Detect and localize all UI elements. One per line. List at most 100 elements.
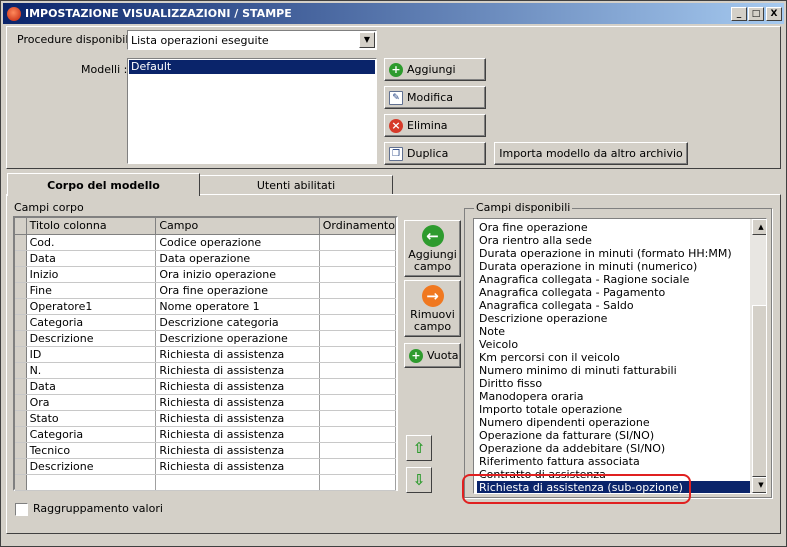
- table-cell[interactable]: Data: [26, 250, 157, 267]
- list-item[interactable]: Veicolo: [477, 338, 750, 351]
- chevron-down-icon[interactable]: ▼: [359, 32, 375, 48]
- table-row[interactable]: ID Richiesta di assistenza: [15, 346, 397, 363]
- duplica-button[interactable]: ❐ Duplica: [384, 142, 486, 165]
- table-cell[interactable]: Descrizione: [26, 458, 157, 475]
- table-cell[interactable]: Richiesta di assistenza: [155, 458, 320, 475]
- list-item[interactable]: Diritto fisso: [477, 377, 750, 390]
- list-item[interactable]: Durata operazione in minuti (numerico): [477, 260, 750, 273]
- list-item[interactable]: Ora rientro alla sede: [477, 234, 750, 247]
- table-cell[interactable]: [319, 298, 397, 315]
- table-row[interactable]: Data Richiesta di assistenza: [15, 378, 397, 395]
- table-cell[interactable]: Nome operatore 1: [155, 298, 320, 315]
- table-cell[interactable]: Categoria: [26, 314, 157, 331]
- table-row[interactable]: Stato Richiesta di assistenza: [15, 410, 397, 427]
- table-cell[interactable]: [319, 458, 397, 475]
- list-item[interactable]: Manodopera oraria: [477, 390, 750, 403]
- row-indicator[interactable]: [15, 410, 27, 427]
- table-cell[interactable]: [319, 314, 397, 331]
- close-button[interactable]: X: [766, 7, 782, 21]
- table-cell[interactable]: [319, 410, 397, 427]
- table-cell[interactable]: Inizio: [26, 266, 157, 283]
- procedure-select[interactable]: Lista operazioni eseguite ▼: [127, 30, 377, 50]
- move-down-button[interactable]: ⇩: [406, 467, 432, 493]
- list-item[interactable]: Ora fine operazione: [477, 221, 750, 234]
- maximize-button[interactable]: □: [748, 7, 764, 21]
- row-indicator[interactable]: [15, 330, 27, 347]
- tab-utenti[interactable]: Utenti abilitati: [199, 175, 393, 195]
- importa-button[interactable]: Importa modello da altro archivio: [494, 142, 688, 165]
- table-cell[interactable]: [319, 426, 397, 443]
- table-cell[interactable]: [319, 346, 397, 363]
- move-up-button[interactable]: ⇧: [406, 435, 432, 461]
- row-indicator[interactable]: [15, 266, 27, 283]
- list-item[interactable]: Anagrafica collegata - Saldo: [477, 299, 750, 312]
- scrollbar[interactable]: ▲ ▼: [750, 219, 766, 493]
- modifica-button[interactable]: ✎ Modifica: [384, 86, 486, 109]
- table-row[interactable]: Categoria Richiesta di assistenza: [15, 426, 397, 443]
- table-row[interactable]: Descrizione Richiesta di assistenza: [15, 458, 397, 475]
- campi-corpo-grid[interactable]: Titolo colonna Campo Ordinamento Cod. Cod…: [13, 216, 398, 491]
- list-item[interactable]: Anagrafica collegata - Pagamento: [477, 286, 750, 299]
- table-row[interactable]: Data Data operazione: [15, 250, 397, 267]
- table-cell[interactable]: Ora: [26, 394, 157, 411]
- list-item[interactable]: Note: [477, 325, 750, 338]
- aggiungi-campo-button[interactable]: ← Aggiungi campo: [404, 220, 461, 277]
- table-row[interactable]: Operatore1 Nome operatore 1: [15, 298, 397, 315]
- campi-disponibili-list[interactable]: Ora fine operazione Ora rientro alla sede…: [473, 218, 767, 494]
- table-row[interactable]: Categoria Descrizione categoria: [15, 314, 397, 331]
- list-item[interactable]: Numero minimo di minuti fatturabili: [477, 364, 750, 377]
- table-cell[interactable]: Codice operazione: [155, 234, 320, 251]
- row-indicator[interactable]: [15, 298, 27, 315]
- table-cell[interactable]: Cod.: [26, 234, 157, 251]
- row-indicator[interactable]: [15, 458, 27, 475]
- scroll-thumb[interactable]: [752, 305, 766, 477]
- col-titolo[interactable]: Titolo colonna: [26, 218, 157, 235]
- table-row-empty[interactable]: [15, 474, 397, 491]
- table-cell[interactable]: ID: [26, 346, 157, 363]
- list-item[interactable]: Operazione da addebitare (SI/NO): [477, 442, 750, 455]
- table-cell[interactable]: Fine: [26, 282, 157, 299]
- table-cell[interactable]: Operatore1: [26, 298, 157, 315]
- row-indicator[interactable]: [15, 362, 27, 379]
- modelli-item[interactable]: Default: [129, 60, 375, 74]
- scroll-up-icon[interactable]: ▲: [752, 219, 766, 235]
- row-indicator[interactable]: [15, 282, 27, 299]
- table-cell[interactable]: [319, 378, 397, 395]
- row-indicator[interactable]: [15, 314, 27, 331]
- table-cell[interactable]: Descrizione categoria: [155, 314, 320, 331]
- list-item[interactable]: Importo totale operazione: [477, 403, 750, 416]
- table-cell[interactable]: Richiesta di assistenza: [155, 362, 320, 379]
- table-row[interactable]: N. Richiesta di assistenza: [15, 362, 397, 379]
- row-indicator[interactable]: [15, 442, 27, 459]
- table-cell[interactable]: Tecnico: [26, 442, 157, 459]
- table-cell[interactable]: [319, 266, 397, 283]
- list-item[interactable]: Anagrafica collegata - Ragione sociale: [477, 273, 750, 286]
- modelli-list[interactable]: Default: [127, 58, 377, 164]
- table-cell[interactable]: Richiesta di assistenza: [155, 394, 320, 411]
- row-indicator[interactable]: [15, 426, 27, 443]
- table-cell[interactable]: Richiesta di assistenza: [155, 410, 320, 427]
- table-cell[interactable]: [319, 250, 397, 267]
- table-cell[interactable]: Descrizione: [26, 330, 157, 347]
- row-indicator[interactable]: [15, 234, 27, 251]
- table-cell[interactable]: [319, 234, 397, 251]
- table-cell[interactable]: Stato: [26, 410, 157, 427]
- row-indicator[interactable]: [15, 250, 27, 267]
- table-row[interactable]: Fine Ora fine operazione: [15, 282, 397, 299]
- list-item[interactable]: Operazione da fatturare (SI/NO): [477, 429, 750, 442]
- list-item[interactable]: Numero dipendenti operazione: [477, 416, 750, 429]
- table-cell[interactable]: Categoria: [26, 426, 157, 443]
- table-row[interactable]: Cod. Codice operazione: [15, 234, 397, 251]
- table-cell[interactable]: Descrizione operazione: [155, 330, 320, 347]
- table-cell[interactable]: [319, 330, 397, 347]
- table-cell[interactable]: [319, 394, 397, 411]
- scroll-down-icon[interactable]: ▼: [752, 477, 766, 493]
- row-indicator[interactable]: [15, 378, 27, 395]
- list-item[interactable]: Durata operazione in minuti (formato HH:…: [477, 247, 750, 260]
- table-cell[interactable]: Data operazione: [155, 250, 320, 267]
- table-cell[interactable]: Richiesta di assistenza: [155, 426, 320, 443]
- table-cell[interactable]: Data: [26, 378, 157, 395]
- aggiungi-button[interactable]: + Aggiungi: [384, 58, 486, 81]
- table-cell[interactable]: [319, 442, 397, 459]
- row-indicator[interactable]: [15, 346, 27, 363]
